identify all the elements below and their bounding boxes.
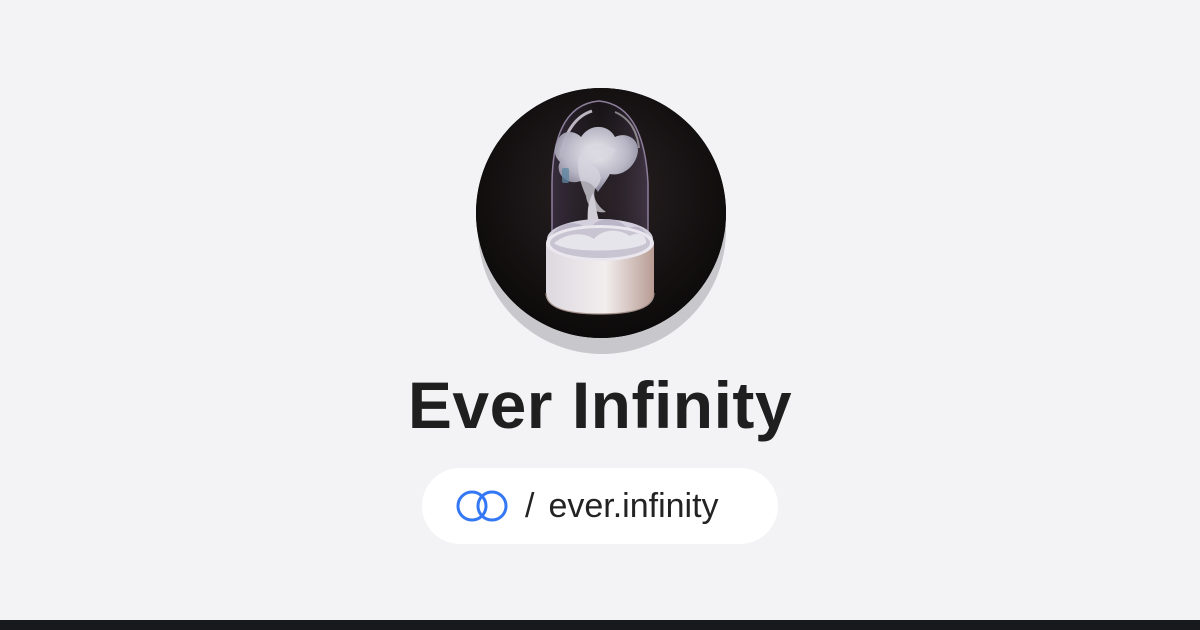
handle-separator: / [525,487,535,525]
avatar[interactable] [476,88,726,338]
profile-handle-pill[interactable]: / ever.infinity [422,468,778,544]
footer-bar [0,620,1200,630]
profile-name: Ever Infinity [407,368,793,442]
profile-card: Ever Infinity / ever.infinity [0,0,1200,620]
tornado-bell-jar-avatar-icon [476,88,726,338]
linked-rings-logo-icon [456,490,508,522]
profile-handle: ever.infinity [548,487,719,525]
